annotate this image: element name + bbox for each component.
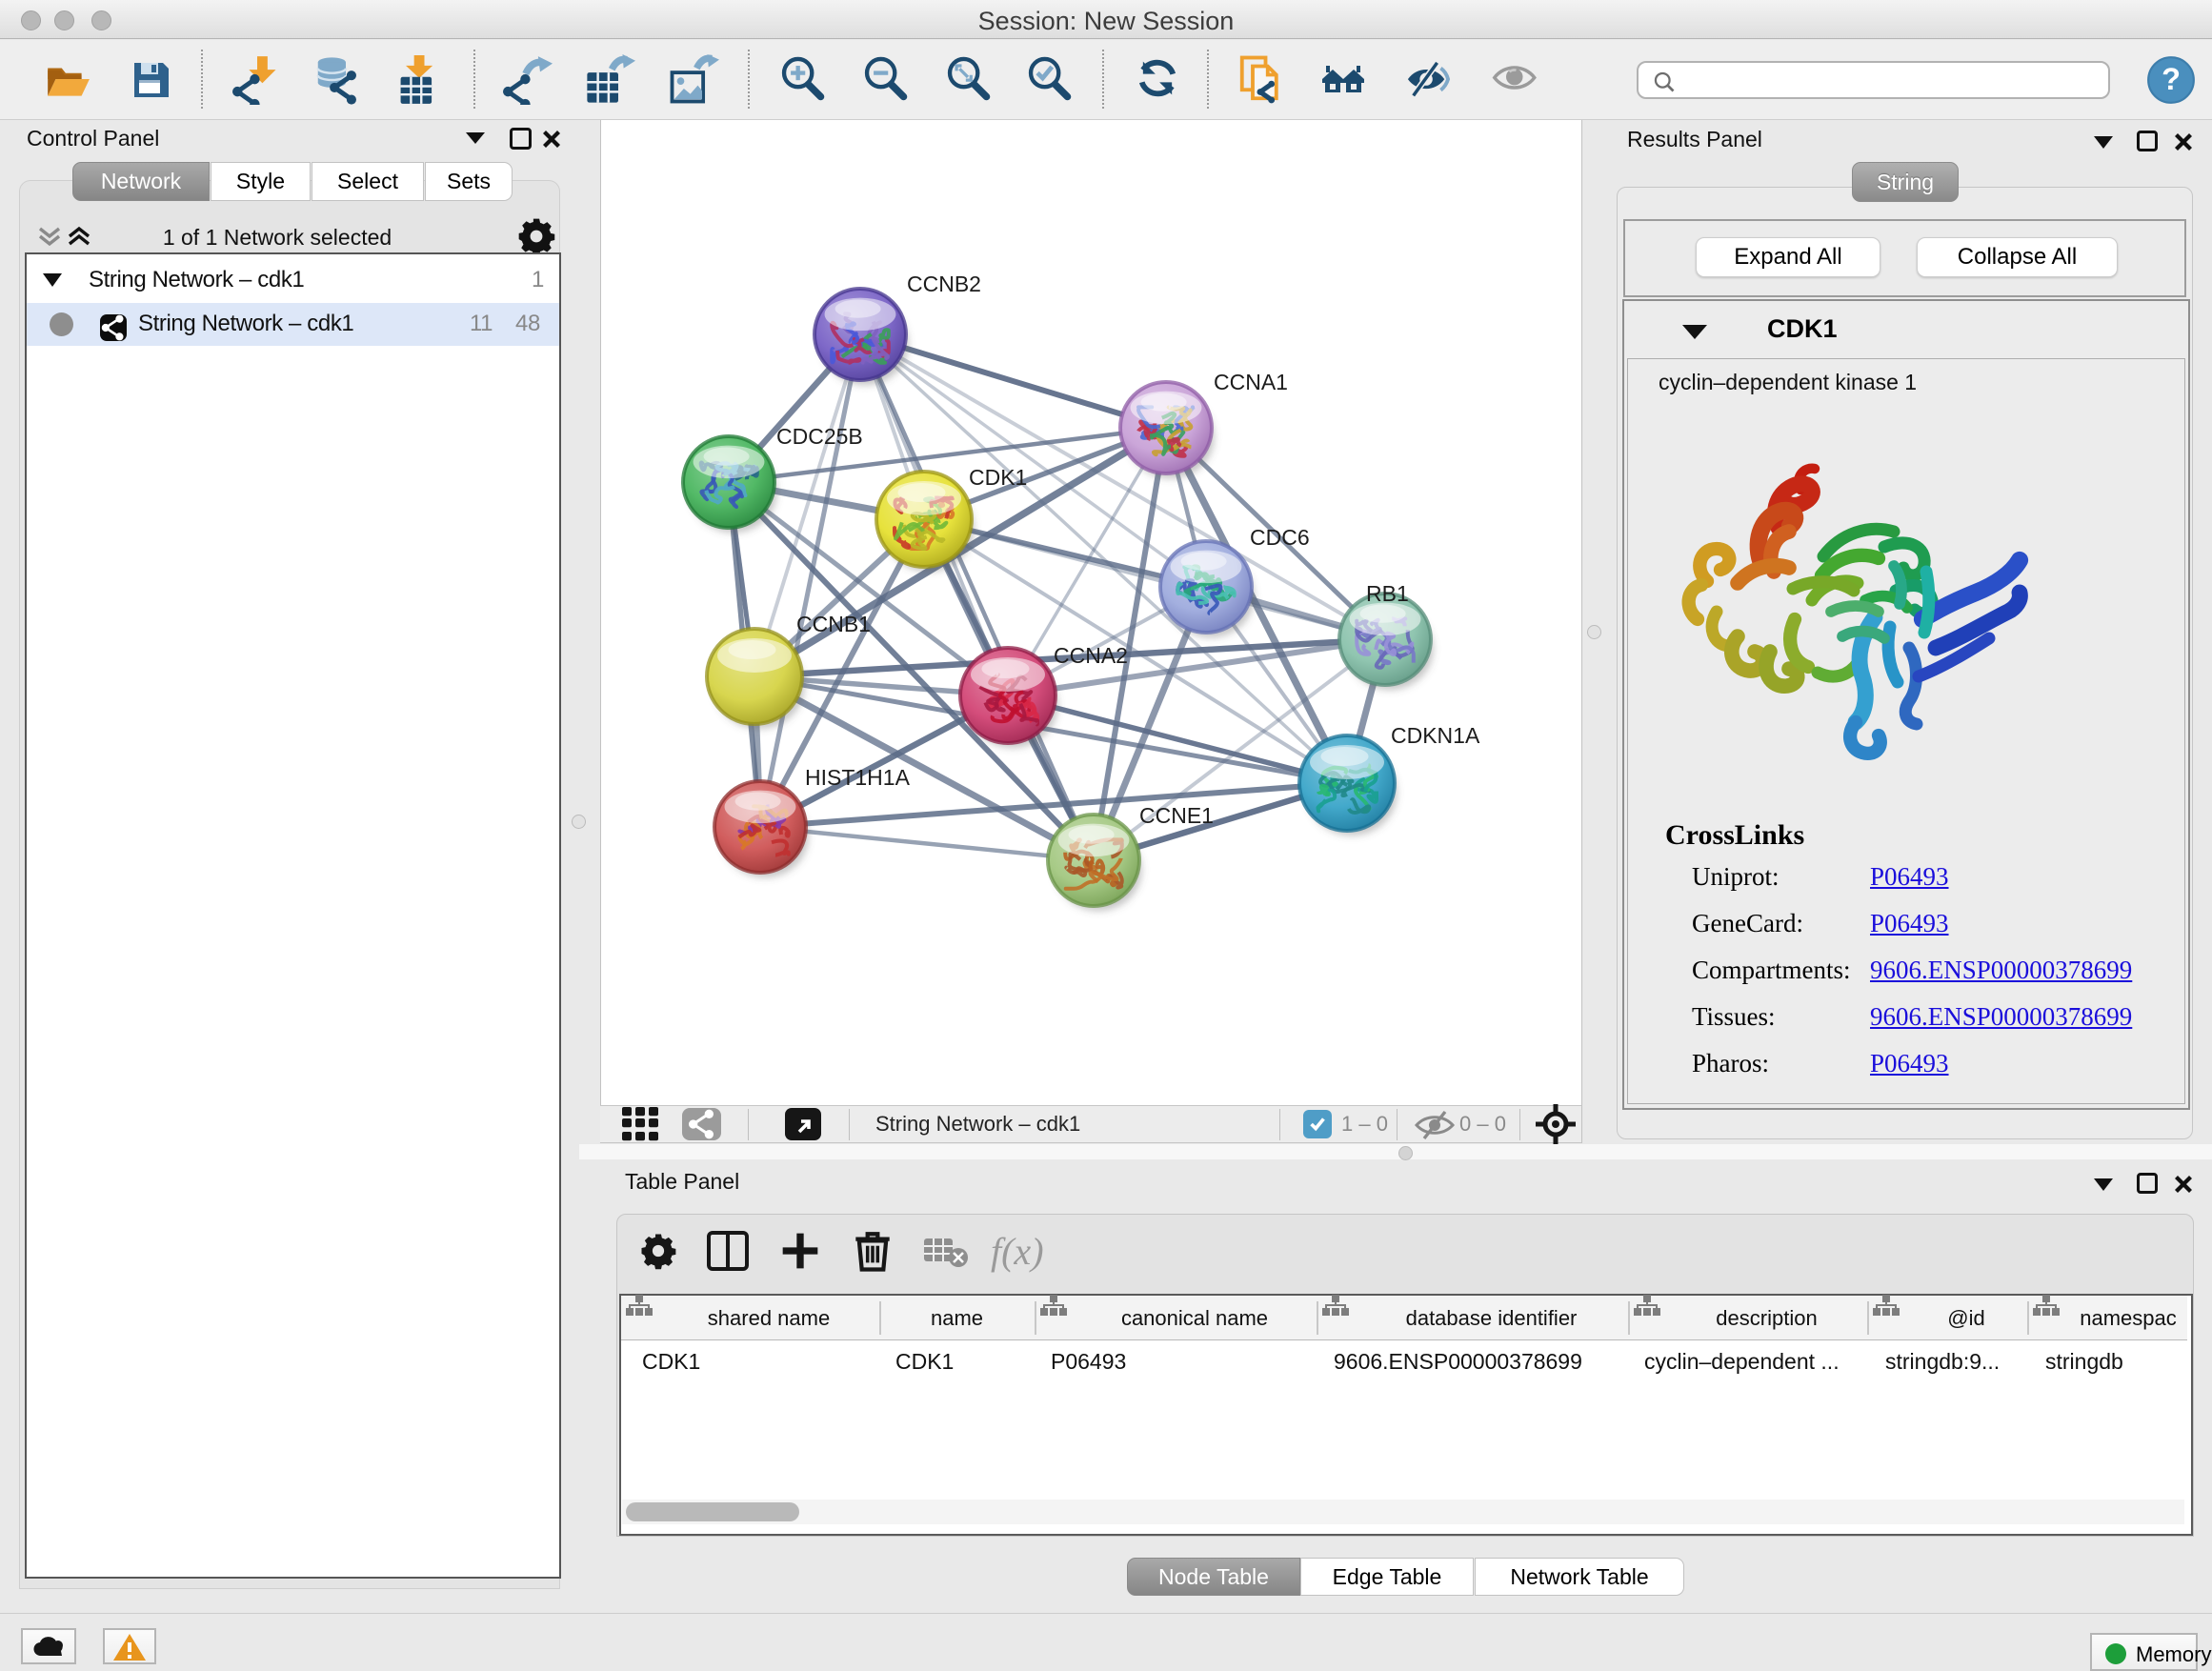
svg-text:HIST1H1A: HIST1H1A [805, 765, 911, 790]
svg-text:CDKN1A: CDKN1A [1391, 723, 1480, 748]
svg-text:CCNB2: CCNB2 [907, 272, 981, 296]
svg-text:CCNA1: CCNA1 [1214, 370, 1288, 394]
svg-text:CCNE1: CCNE1 [1139, 803, 1214, 828]
svg-text:RB1: RB1 [1366, 581, 1409, 606]
svg-text:CCNA2: CCNA2 [1054, 643, 1128, 668]
svg-text:CCNB1: CCNB1 [796, 612, 871, 636]
svg-text:?: ? [2162, 62, 2181, 96]
svg-text:CDC6: CDC6 [1250, 525, 1310, 550]
svg-text:CDC25B: CDC25B [776, 424, 863, 449]
svg-text:CDK1: CDK1 [969, 465, 1027, 490]
